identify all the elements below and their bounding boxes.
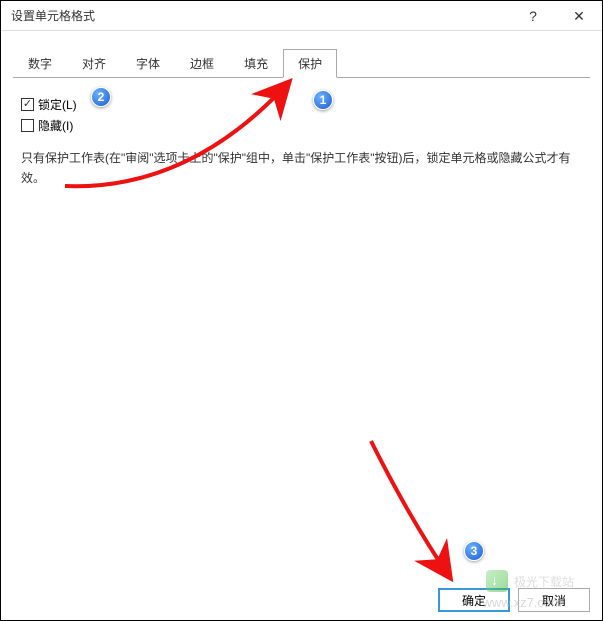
tabs: 数字 对齐 字体 边框 填充 保护 — [1, 31, 602, 78]
tab-fill[interactable]: 填充 — [229, 49, 283, 78]
locked-checkbox[interactable] — [21, 98, 34, 111]
content-area: 锁定(L) 隐藏(I) 只有保护工作表(在"审阅"选项卡上的"保护"组中，单击"… — [1, 78, 602, 588]
annotation-badge-3: 3 — [464, 541, 484, 561]
hidden-label: 隐藏(I) — [38, 117, 73, 134]
annotation-badge-1: 1 — [313, 90, 333, 110]
hidden-checkbox[interactable] — [21, 119, 34, 132]
tab-number[interactable]: 数字 — [13, 49, 67, 78]
tab-font[interactable]: 字体 — [121, 49, 175, 78]
locked-label: 锁定(L) — [38, 96, 77, 113]
hidden-checkbox-row[interactable]: 隐藏(I) — [21, 117, 582, 134]
protect-help-text: 只有保护工作表(在"审阅"选项卡上的"保护"组中，单击"保护工作表"按钮)后，锁… — [21, 148, 582, 189]
tab-protect[interactable]: 保护 — [283, 49, 337, 78]
watermark-text: 极光下载站 — [514, 573, 574, 590]
watermark: 极光下载站 — [486, 570, 574, 592]
tab-alignment[interactable]: 对齐 — [67, 49, 121, 78]
help-button[interactable]: ? — [510, 1, 556, 31]
close-button[interactable]: ✕ — [556, 1, 602, 31]
titlebar-buttons: ? ✕ — [510, 1, 602, 31]
titlebar: 设置单元格格式 ? ✕ — [1, 1, 602, 31]
watermark-icon — [486, 570, 508, 592]
dialog-title: 设置单元格格式 — [11, 7, 95, 24]
watermark-url: www.xz7.com — [483, 595, 562, 610]
annotation-badge-2: 2 — [91, 87, 111, 107]
tab-border[interactable]: 边框 — [175, 49, 229, 78]
